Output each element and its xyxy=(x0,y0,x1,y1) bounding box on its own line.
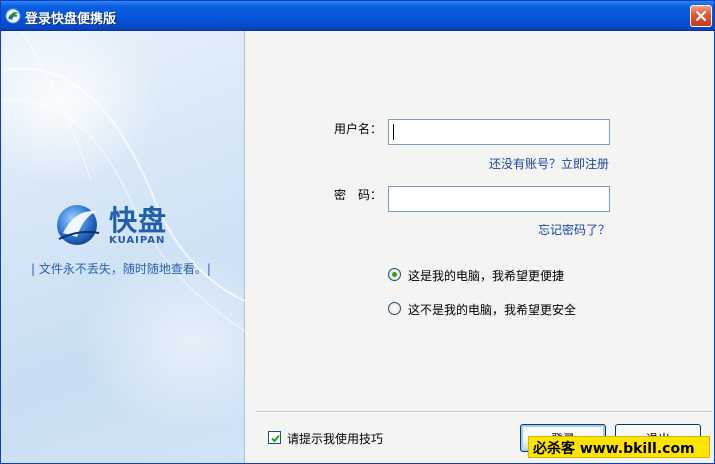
kuaipan-app-icon xyxy=(5,8,21,24)
password-label: 密 码： xyxy=(334,188,383,202)
kuaipan-logo-icon xyxy=(57,205,100,245)
password-input[interactable] xyxy=(388,186,610,212)
option-not-my-computer-label: 这不是我的电脑，我希望更安全 xyxy=(408,303,577,317)
tips-label: 请提示我使用技巧 xyxy=(287,432,384,446)
divider xyxy=(256,411,712,413)
close-button[interactable] xyxy=(690,5,712,27)
username-label: 用户名： xyxy=(334,122,383,136)
checkmark-icon xyxy=(271,434,280,443)
radio-button[interactable] xyxy=(388,302,401,315)
brand-panel: 快盘 KUAIPAN | 文件永不丢失，随时随地查看。| xyxy=(1,31,245,463)
brand-name: 快盘 xyxy=(109,204,168,237)
close-icon xyxy=(695,10,707,22)
watermark: 必杀客 www.bkill.com xyxy=(528,436,710,458)
login-window: 登录快盘便携版 快盘 KUAIPAN | 文件永不丢失，随时随地查看。| 用户名… xyxy=(0,0,715,464)
forgot-password-link[interactable]: 忘记密码了？ xyxy=(538,221,610,238)
option-my-computer-label: 这是我的电脑，我希望更便捷 xyxy=(408,269,565,283)
radio-button-selected[interactable] xyxy=(388,268,401,281)
window-title: 登录快盘便携版 xyxy=(25,12,117,27)
login-form: 用户名： 还没有账号？立即注册 密 码： 忘记密码了？ 这是我的电脑，我希望更便… xyxy=(246,31,714,463)
text-caret xyxy=(393,124,394,140)
title-bar[interactable]: 登录快盘便携版 xyxy=(1,1,714,31)
register-link[interactable]: 还没有账号？立即注册 xyxy=(489,155,609,172)
brand-name-latin: KUAIPAN xyxy=(109,235,166,246)
radio-dot xyxy=(392,272,397,277)
brand-slogan: | 文件永不丢失，随时随地查看。| xyxy=(31,262,211,276)
tips-checkbox[interactable] xyxy=(268,431,281,444)
kuaipan-logo: 快盘 KUAIPAN xyxy=(53,199,193,249)
username-input[interactable] xyxy=(388,119,610,145)
